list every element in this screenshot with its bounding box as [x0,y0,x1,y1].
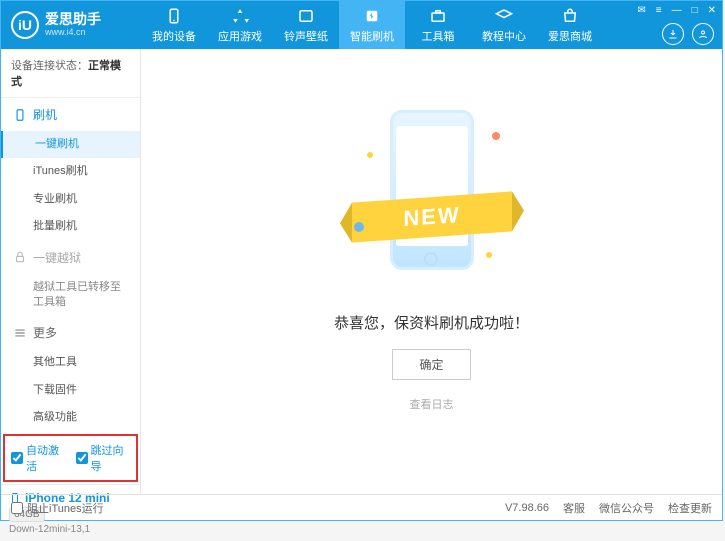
minimize-button[interactable]: — [672,5,682,16]
user-icon[interactable] [692,23,714,45]
phone-icon [13,108,27,122]
nav-ringtone[interactable]: 铃声壁纸 [273,1,339,49]
nav-label: 应用游戏 [218,28,262,44]
jailbreak-header[interactable]: 一键越狱 [3,241,140,274]
download-icon[interactable] [662,23,684,45]
app-window: iU 爱思助手 www.i4.cn 我的设备 应用游戏 铃声壁纸 智能刷机 工具… [0,0,723,521]
close-button[interactable]: ✕ [708,5,716,16]
app-url: www.i4.cn [45,28,101,38]
sidebar-item-oneclick-flash[interactable]: 一键刷机 [1,131,140,158]
auto-activate-checkbox[interactable]: 自动激活 [11,442,66,474]
more-section: 更多 其他工具 下载固件 高级功能 [1,316,140,431]
account-area [662,23,714,45]
check-update-link[interactable]: 检查更新 [668,500,712,516]
jailbreak-head-label: 一键越狱 [33,249,81,266]
app-title: 爱思助手 [45,12,101,27]
options-row: 自动激活 跳过向导 [3,434,138,482]
flash-section: 刷机 一键刷机 iTunes刷机 专业刷机 批量刷机 [1,98,140,241]
main-content: NEW 恭喜您，保资料刷机成功啦！ 确定 查看日志 [141,49,722,494]
jailbreak-section: 一键越狱 越狱工具已转移至工具箱 [1,241,140,317]
flash-head-label: 刷机 [33,106,57,123]
nav-label: 智能刷机 [350,28,394,44]
sidebar-item-other-tools[interactable]: 其他工具 [3,349,140,376]
sidebar-item-advanced[interactable]: 高级功能 [3,404,140,431]
titlebar: iU 爱思助手 www.i4.cn 我的设备 应用游戏 铃声壁纸 智能刷机 工具… [1,1,722,49]
flash-header[interactable]: 刷机 [3,98,140,131]
body: 设备连接状态：正常模式 刷机 一键刷机 iTunes刷机 专业刷机 批量刷机 一… [1,49,722,494]
view-log-link[interactable]: 查看日志 [410,396,454,412]
statusbar: 阻止iTunes运行 V7.98.66 客服 微信公众号 检查更新 [1,494,722,520]
new-banner: NEW [352,191,512,242]
connection-status: 设备连接状态：正常模式 [1,49,140,98]
more-items: 其他工具 下载固件 高级功能 [3,349,140,431]
list-icon [13,326,27,340]
jailbreak-items: 越狱工具已转移至工具箱 [3,274,140,317]
sidebar-item-itunes-flash[interactable]: iTunes刷机 [3,158,140,185]
logo-text: 爱思助手 www.i4.cn [45,12,101,37]
nav-label: 教程中心 [482,28,526,44]
nav-apps[interactable]: 应用游戏 [207,1,273,49]
skip-guide-label: 跳过向导 [91,442,131,474]
window-controls: ✉ ≡ — □ ✕ [637,5,716,16]
logo-area: iU 爱思助手 www.i4.cn [1,11,141,39]
ok-button[interactable]: 确定 [392,349,470,380]
nav-toolbox[interactable]: 工具箱 [405,1,471,49]
phone-illustration: NEW [362,102,502,292]
nav-tutorial[interactable]: 教程中心 [471,1,537,49]
sidebar: 设备连接状态：正常模式 刷机 一键刷机 iTunes刷机 专业刷机 批量刷机 一… [1,49,141,494]
nav-label: 爱思商城 [548,28,592,44]
block-itunes-label: 阻止iTunes运行 [27,500,104,516]
success-message: 恭喜您，保资料刷机成功啦！ [334,312,529,333]
more-head-label: 更多 [33,324,57,341]
menu-icon[interactable]: ≡ [656,5,662,16]
auto-activate-label: 自动激活 [26,442,66,474]
nav-store[interactable]: 爱思商城 [537,1,603,49]
device-icon [165,7,183,25]
nav-my-device[interactable]: 我的设备 [141,1,207,49]
wechat-link[interactable]: 微信公众号 [599,500,654,516]
toolbox-icon [429,7,447,25]
nav-label: 我的设备 [152,28,196,44]
flash-items: 一键刷机 iTunes刷机 专业刷机 批量刷机 [3,131,140,241]
feedback-icon[interactable]: ✉ [637,5,645,16]
flash-icon [363,7,381,25]
device-sub: Down-12mini-13,1 [9,524,132,535]
lock-icon [13,250,27,264]
tutorial-icon [495,7,513,25]
more-header[interactable]: 更多 [3,316,140,349]
maximize-button[interactable]: □ [692,5,698,16]
nav-flash[interactable]: 智能刷机 [339,1,405,49]
main-nav: 我的设备 应用游戏 铃声壁纸 智能刷机 工具箱 教程中心 爱思商城 [141,1,722,49]
apps-icon [231,7,249,25]
nav-label: 工具箱 [422,28,455,44]
jailbreak-note: 越狱工具已转移至工具箱 [3,274,140,317]
support-link[interactable]: 客服 [563,500,585,516]
sidebar-item-batch-flash[interactable]: 批量刷机 [3,213,140,240]
skip-guide-checkbox[interactable]: 跳过向导 [76,442,131,474]
sidebar-item-pro-flash[interactable]: 专业刷机 [3,186,140,213]
logo-icon: iU [11,11,39,39]
nav-label: 铃声壁纸 [284,28,328,44]
version-label: V7.98.66 [505,502,549,514]
block-itunes-checkbox[interactable]: 阻止iTunes运行 [11,500,104,516]
sidebar-item-download-fw[interactable]: 下载固件 [3,377,140,404]
wallpaper-icon [297,7,315,25]
store-icon [561,7,579,25]
status-label: 设备连接状态： [11,60,88,72]
